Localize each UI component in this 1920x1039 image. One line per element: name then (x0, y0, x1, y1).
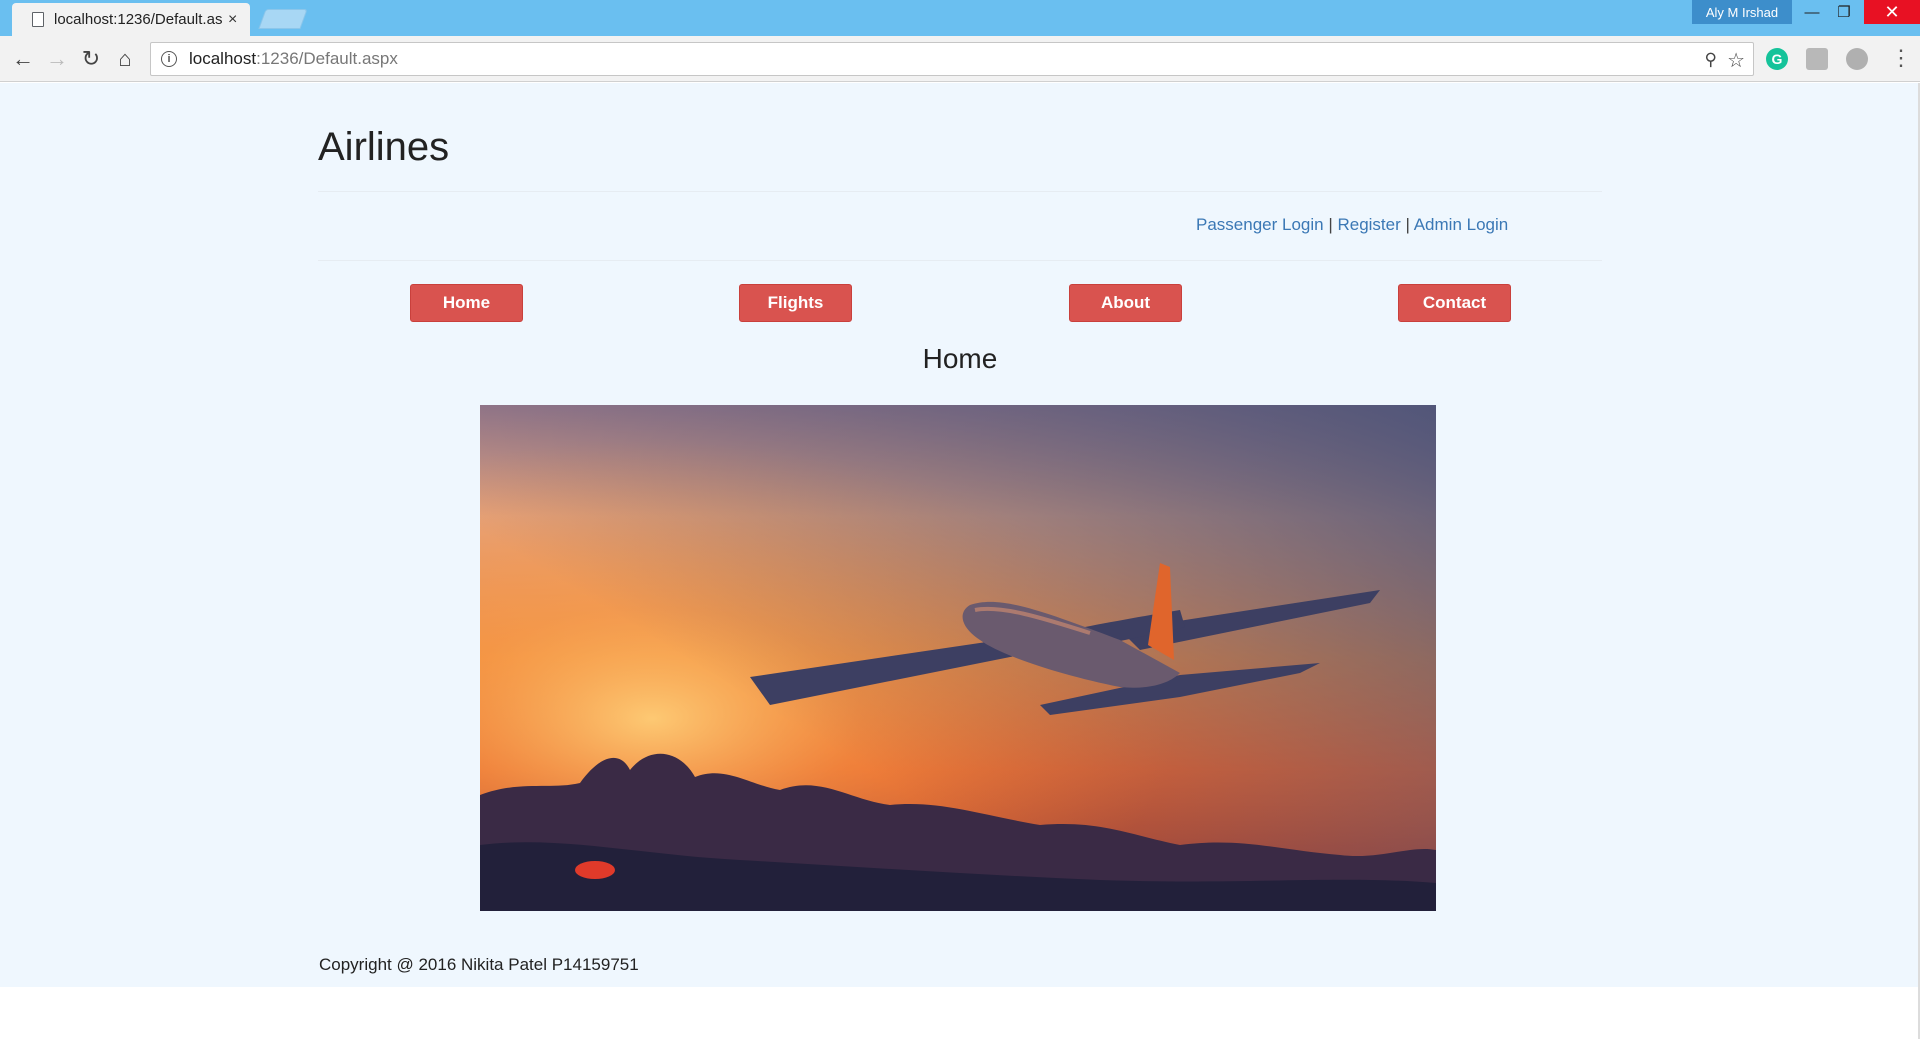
footer-copyright: Copyright @ 2016 Nikita Patel P14159751 (319, 955, 639, 974)
home-icon[interactable]: ⌂ (112, 46, 138, 72)
tab-close-icon[interactable]: × (228, 11, 237, 29)
flights-button[interactable]: Flights (739, 284, 852, 322)
admin-login-link[interactable]: Admin Login (1414, 215, 1509, 234)
page-body: Airlines Passenger Login | Register | Ad… (0, 83, 1918, 987)
bookmark-star-icon[interactable]: ☆ (1727, 48, 1745, 73)
info-icon[interactable]: i (161, 51, 177, 67)
tab-title: localhost:1236/Default.aspx (54, 11, 222, 28)
passenger-login-link[interactable]: Passenger Login (1196, 215, 1324, 234)
browser-toolbar: ← → ↻ ⌂ i localhost:1236/Default.aspx ⚲ … (0, 36, 1920, 82)
page-icon (32, 12, 44, 27)
link-separator: | (1400, 215, 1414, 234)
address-bar[interactable]: i localhost:1236/Default.aspx ⚲ ☆ (150, 42, 1754, 76)
browser-titlebar: localhost:1236/Default.aspx × Aly M Irsh… (0, 0, 1920, 36)
link-separator: | (1323, 215, 1338, 234)
zoom-icon[interactable]: ⚲ (1705, 50, 1717, 70)
url-host: localhost (189, 49, 257, 68)
forward-arrow-icon[interactable]: → (44, 46, 70, 72)
close-window-button[interactable]: ✕ (1864, 0, 1920, 24)
site-title: Airlines (318, 125, 450, 169)
about-button[interactable]: About (1069, 284, 1182, 322)
maximize-button[interactable]: ❐ (1822, 0, 1866, 24)
profile-button[interactable]: Aly M Irshad (1692, 0, 1792, 24)
new-tab-button[interactable] (258, 9, 308, 29)
url-path: :1236/Default.aspx (256, 49, 398, 68)
globe-extension-icon[interactable] (1846, 48, 1868, 70)
grammarly-extension-icon[interactable]: G (1766, 48, 1788, 70)
browser-tab[interactable]: localhost:1236/Default.aspx × (12, 3, 250, 36)
reload-icon[interactable]: ↻ (78, 46, 104, 72)
extension-icon[interactable] (1806, 48, 1828, 70)
nav-divider (318, 260, 1602, 261)
back-arrow-icon[interactable]: ← (10, 46, 36, 72)
home-button[interactable]: Home (410, 284, 523, 322)
hero-image-airplane-sunset (480, 405, 1436, 911)
page-viewport: Airlines Passenger Login | Register | Ad… (0, 83, 1920, 1039)
url-text: localhost:1236/Default.aspx (189, 49, 398, 69)
header-divider (318, 191, 1602, 192)
browser-menu-icon[interactable]: ⋮ (1890, 45, 1912, 71)
page-heading: Home (922, 343, 998, 374)
login-links: Passenger Login | Register | Admin Login (1196, 215, 1508, 235)
contact-button[interactable]: Contact (1398, 284, 1511, 322)
register-link[interactable]: Register (1337, 215, 1400, 234)
